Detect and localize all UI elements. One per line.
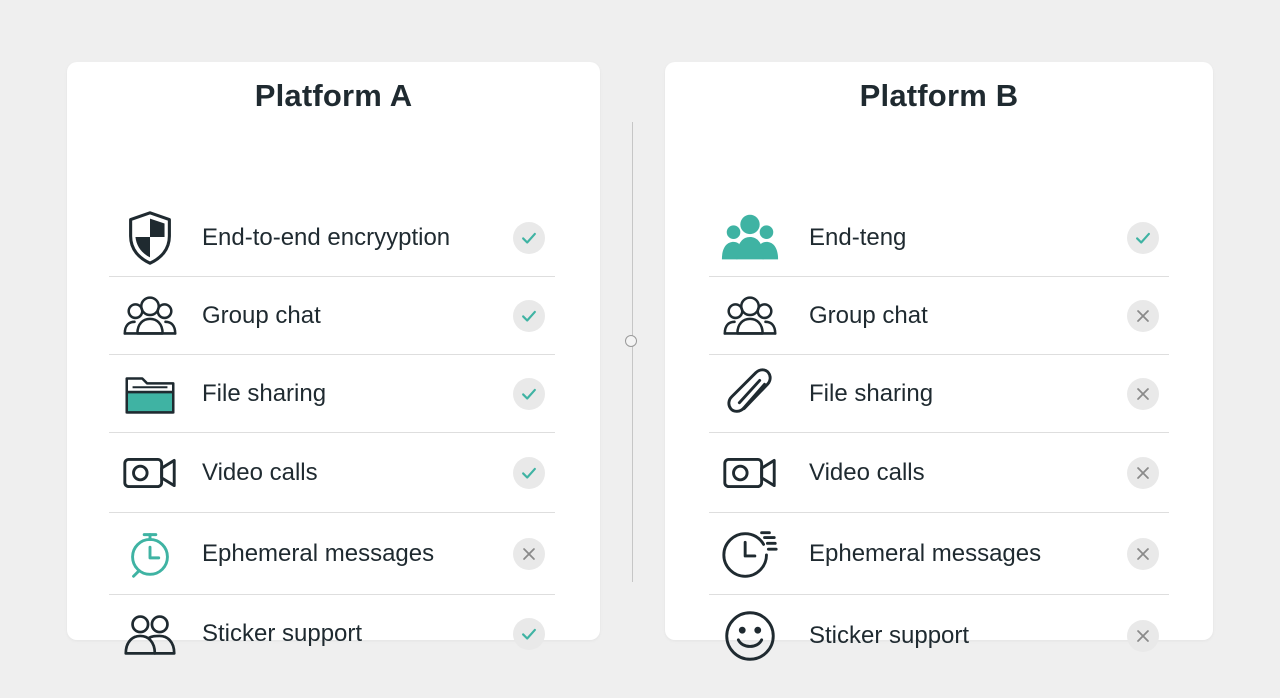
feature-row: File sharing [709,355,1169,433]
check-icon [513,618,545,650]
platform-b-title: Platform B [859,78,1019,113]
feature-label: Group chat [809,302,928,329]
paperclip-icon [719,363,781,425]
cross-icon [1127,378,1159,410]
comparison-divider [632,122,633,582]
feature-label: Ephemeral messages [809,540,1042,567]
feature-label: Group chat [202,302,321,329]
feature-label: File sharing [202,380,327,407]
feature-label: End-to-end encryyption [202,224,451,251]
feature-row: Video calls [109,433,555,513]
feature-label: End-teng [809,224,907,251]
check-icon [1127,222,1159,254]
feature-row: Group chat [709,277,1169,355]
feature-row: Group chat [109,277,555,355]
feature-row: Sticker support [709,597,1169,675]
feature-row: End-to-end encryyption [109,199,555,277]
group-icon [719,285,781,347]
feature-label: Video calls [202,459,318,486]
cross-icon [1127,457,1159,489]
cross-icon [1127,620,1159,652]
check-icon [513,300,545,332]
folder-icon [119,363,181,425]
fast-clock-icon [719,523,781,585]
feature-row: End-teng [709,199,1169,277]
stopwatch-icon [119,523,181,585]
check-icon [513,457,545,489]
group-icon [119,285,181,347]
video-camera-icon [719,442,781,504]
video-camera-icon [119,442,181,504]
feature-row: Video calls [709,433,1169,513]
feature-row: File sharing [109,355,555,433]
feature-label: File sharing [809,380,934,407]
cross-icon [1127,300,1159,332]
check-icon [513,378,545,410]
feature-label: Sticker support [202,620,363,647]
platform-b-card: Platform B End-teng Group chat File sharin… [665,62,1213,661]
platform-a-title: Platform A [254,78,413,113]
cross-icon [1127,538,1159,570]
people-filled-icon [719,207,781,269]
feature-label: Ephemeral messages [202,540,435,567]
two-people-icon [119,603,181,665]
smiley-icon [719,605,781,667]
divider-handle[interactable] [625,335,637,347]
cross-icon [513,538,545,570]
feature-label: Video calls [809,459,925,486]
platform-a-card: Platform A End-to-end encryyption Group c… [67,62,600,655]
shield-icon [119,207,181,269]
check-icon [513,222,545,254]
feature-label: Sticker support [809,622,970,649]
feature-row: Ephemeral messages [709,513,1169,595]
feature-row: Ephemeral messages [109,513,555,595]
feature-row: Sticker support [109,595,555,673]
